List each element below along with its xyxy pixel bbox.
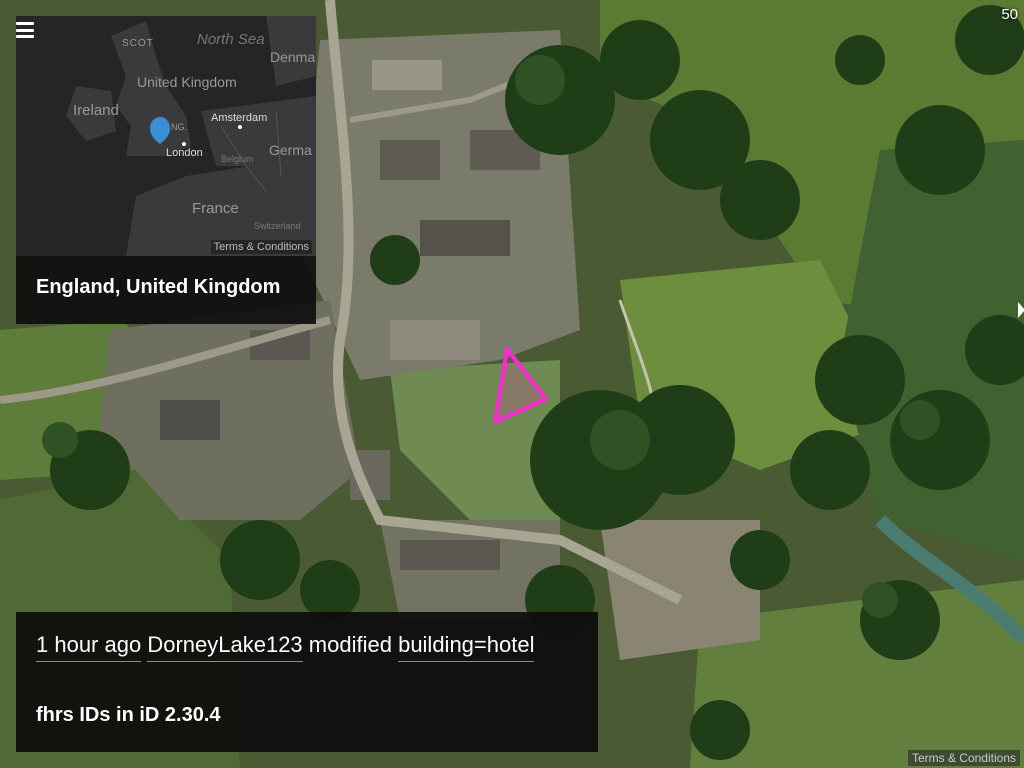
roof xyxy=(380,140,440,180)
label-amsterdam: Amsterdam xyxy=(211,112,267,124)
estate-south xyxy=(600,520,760,660)
label-france: France xyxy=(192,200,239,217)
place-name: England, United Kingdom xyxy=(36,276,281,298)
roof xyxy=(400,540,500,570)
tag-link[interactable]: building=hotel xyxy=(398,632,535,662)
edit-counter: 50 xyxy=(1001,6,1018,23)
label-north-sea: North Sea xyxy=(197,31,265,48)
roof xyxy=(420,220,510,256)
label-germany: Germa xyxy=(269,142,312,158)
label-scotland: SCOT xyxy=(122,38,154,49)
label-switzerland: Switzerland xyxy=(254,221,301,231)
menu-icon[interactable] xyxy=(16,22,34,38)
edit-time-link[interactable]: 1 hour ago xyxy=(36,632,142,662)
roof xyxy=(160,400,220,440)
label-belgium: Belgium xyxy=(221,154,254,164)
overview-panel: SCOT North Sea Denma United Kingdom Irel… xyxy=(16,16,316,324)
user-link[interactable]: DorneyLake123 xyxy=(147,632,303,662)
label-denmark: Denma xyxy=(270,49,315,65)
menu-bar xyxy=(16,22,34,25)
overview-map[interactable]: SCOT North Sea Denma United Kingdom Irel… xyxy=(16,16,316,256)
map-terms-link[interactable]: Terms & Conditions xyxy=(907,750,1020,766)
overview-terms-link[interactable]: Terms & Conditions xyxy=(210,240,312,254)
edit-action: modified xyxy=(308,632,392,657)
menu-bar xyxy=(16,28,34,32)
changeset-comment: fhrs IDs in iD 2.30.4 xyxy=(36,704,221,726)
label-united-kingdom: United Kingdom xyxy=(137,74,237,90)
roof xyxy=(390,320,480,360)
pointer-cursor-icon xyxy=(1018,302,1024,318)
dot-amsterdam xyxy=(238,125,242,129)
label-england: NG. xyxy=(171,122,187,132)
edit-feed-panel: 1 hour ago DorneyLake123 modified buildi… xyxy=(16,612,598,752)
label-ireland: Ireland xyxy=(73,102,119,119)
label-london: London xyxy=(166,147,203,159)
menu-bar xyxy=(16,35,34,38)
edit-summary: 1 hour ago DorneyLake123 modified buildi… xyxy=(36,632,535,662)
roof xyxy=(372,60,442,90)
dot-london xyxy=(182,142,186,146)
